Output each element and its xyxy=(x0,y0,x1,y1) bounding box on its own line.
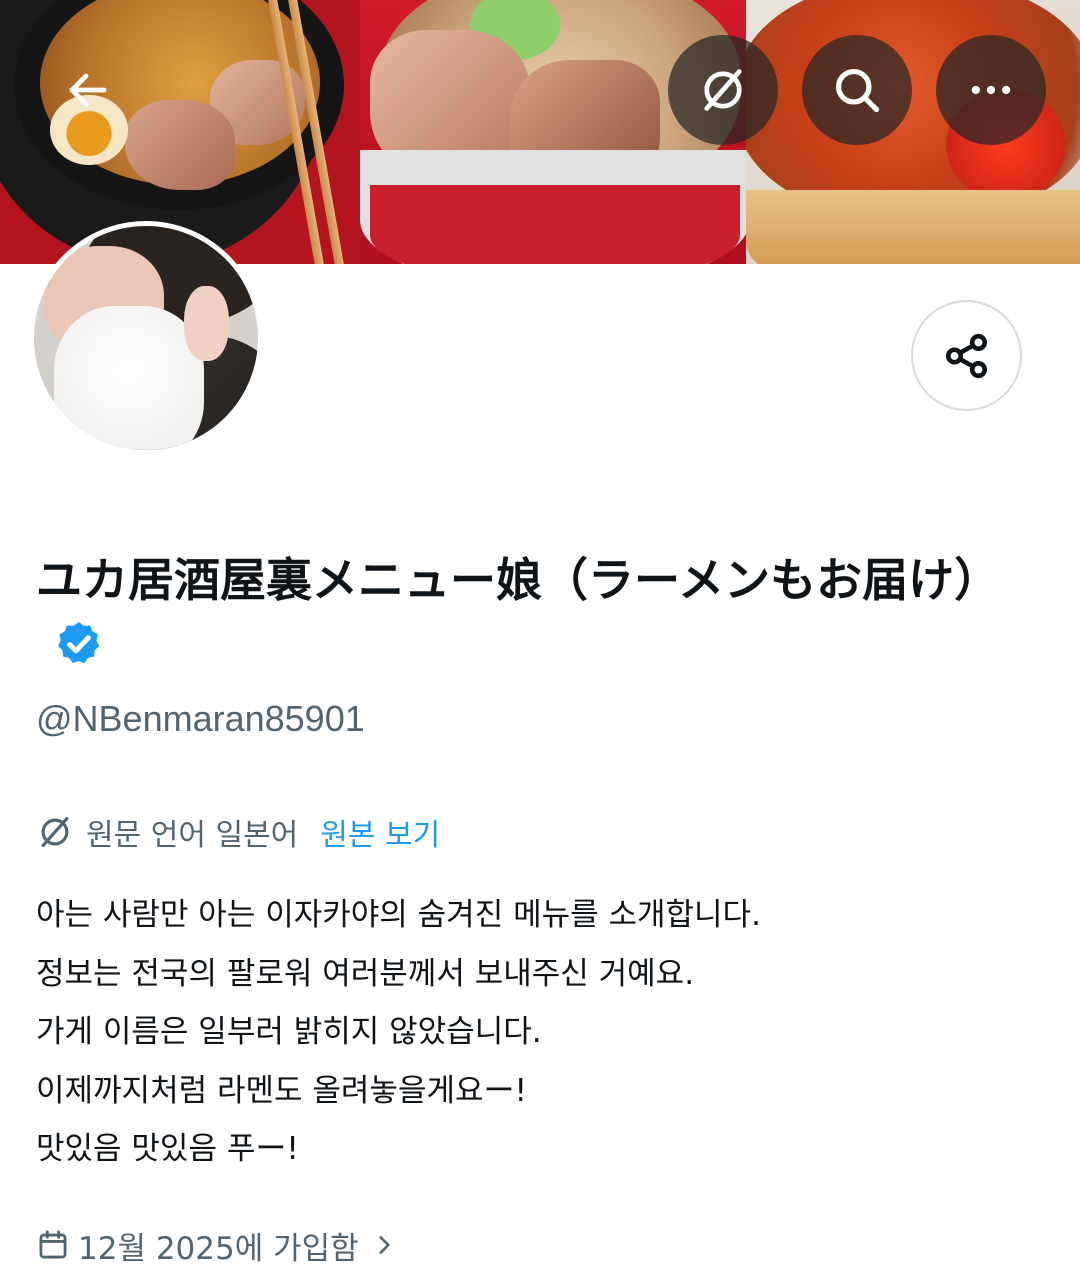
back-button[interactable] xyxy=(33,35,143,145)
translate-off-icon xyxy=(41,816,69,848)
bio-line: 가게 이름은 일부러 밝히지 않았습니다. xyxy=(36,1014,542,1050)
profile-avatar[interactable] xyxy=(29,221,263,455)
joined-date-row[interactable]: 12월 2025에 가입함 xyxy=(36,1220,397,1270)
source-language-label: 원문 언어 일본어 xyxy=(86,818,299,853)
joined-date-text: 12월 2025에 가입함 xyxy=(78,1230,359,1267)
translate-off-icon xyxy=(704,69,742,111)
banner-rice-bowl-photo xyxy=(746,0,1080,264)
calendar-icon xyxy=(39,1230,67,1259)
chevron-right-icon xyxy=(379,1236,390,1254)
verified-icon[interactable] xyxy=(54,619,104,669)
view-original-link[interactable]: 원본 보기 xyxy=(320,810,440,854)
share-profile-button[interactable] xyxy=(911,300,1022,411)
search-button[interactable] xyxy=(802,35,912,145)
bio-line: 이제까지처럼 라멘도 올려놓을게요ー! xyxy=(36,1072,527,1109)
search-icon xyxy=(835,68,880,113)
translate-toggle-button[interactable] xyxy=(668,35,778,145)
display-name-text: ユカ居酒屋裏メニュー娘（ラーメンもお届け） xyxy=(36,553,1001,607)
more-horizontal-icon xyxy=(971,85,1011,95)
profile-handle: @NBenmaran85901 xyxy=(36,698,365,739)
avatar-image xyxy=(34,226,258,450)
more-options-button[interactable] xyxy=(936,35,1046,145)
bio-line: 맛있음 맛있음 푸ー! xyxy=(36,1131,299,1167)
bio-line: 아는 사람만 아는 이자카야의 숨겨진 메뉴를 소개합니다. xyxy=(36,897,761,933)
arrow-left-icon xyxy=(69,73,107,107)
profile-bio: 아는 사람만 아는 이자카야의 숨겨진 메뉴를 소개합니다. 정보는 전국의 팔… xyxy=(36,886,1046,1179)
profile-display-name: ユカ居酒屋裏メニュー娘（ラーメンもお届け） xyxy=(36,548,1046,676)
bio-line: 정보는 전국의 팔로워 여러분께서 보내주신 거예요. xyxy=(36,955,695,992)
share-icon xyxy=(945,333,987,378)
translation-row: 원문 언어 일본어 원본 보기 xyxy=(36,810,440,854)
